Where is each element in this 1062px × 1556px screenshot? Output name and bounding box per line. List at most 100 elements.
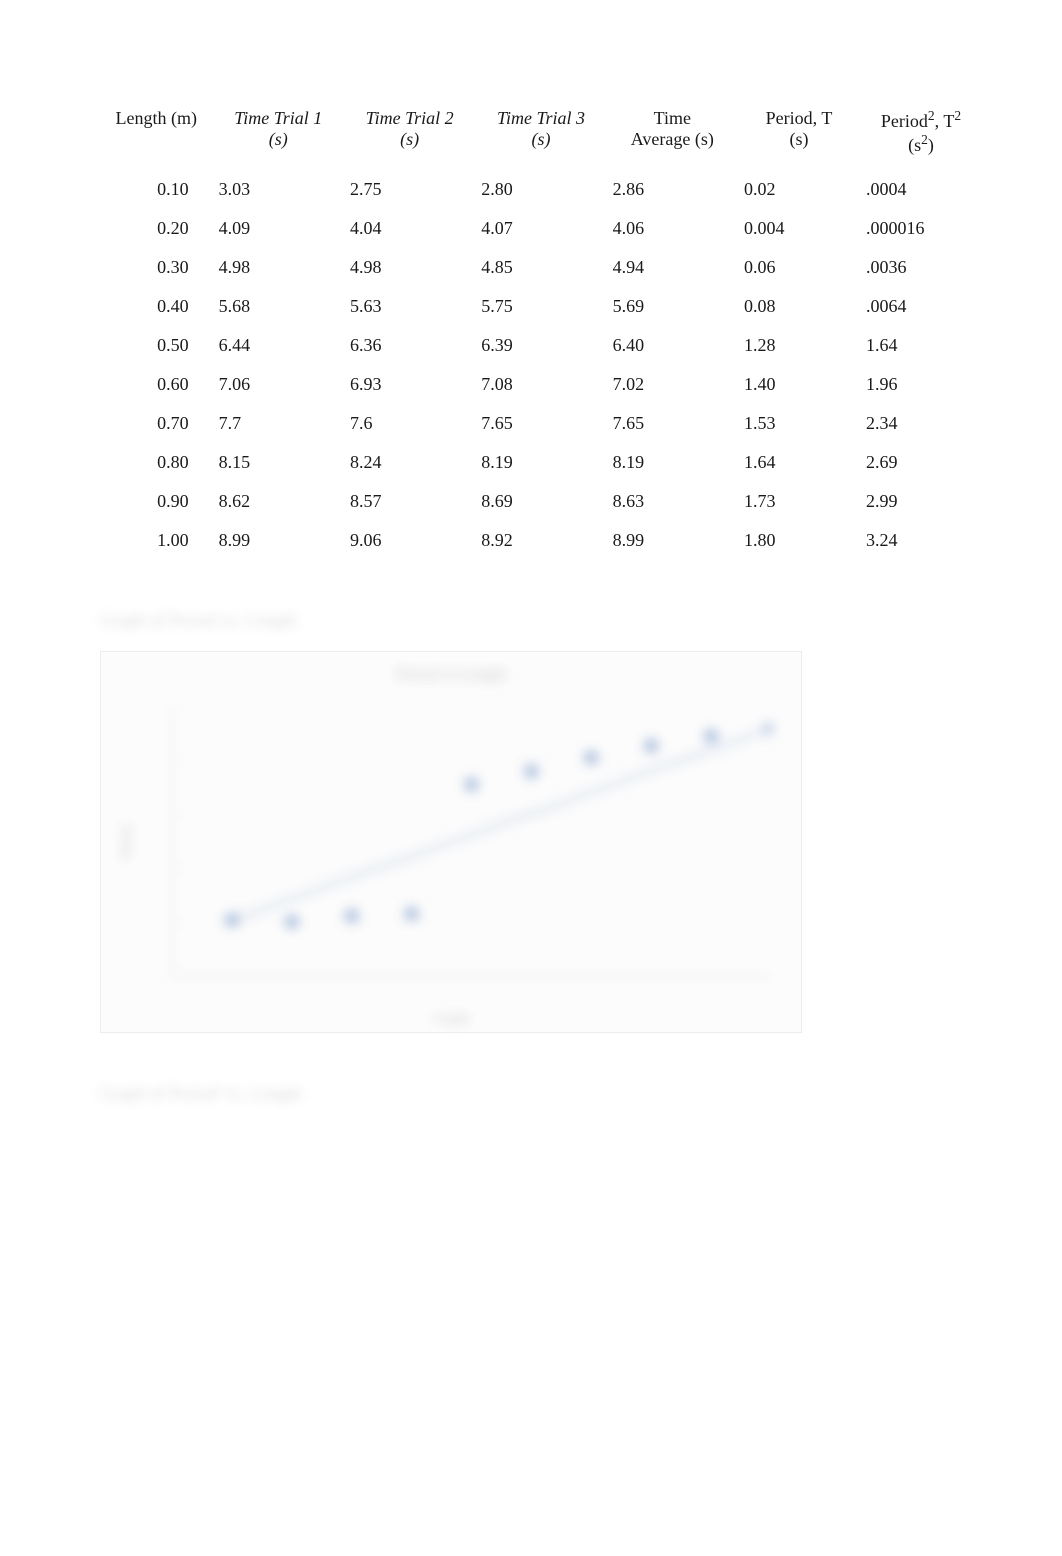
table-cell: 1.73 bbox=[738, 482, 860, 521]
table-cell: 0.60 bbox=[100, 365, 213, 404]
section-heading-period-vs-length: Graph of Period vs. Length bbox=[100, 610, 982, 631]
y-axis-label: Period bbox=[118, 825, 134, 859]
table-cell: 4.85 bbox=[475, 248, 606, 287]
table-row: 1.008.999.068.928.991.803.24 bbox=[100, 521, 982, 560]
data-table: Length (m) Time Trial 1 (s) Time Trial 2… bbox=[100, 100, 982, 560]
table-cell: 1.96 bbox=[860, 365, 982, 404]
table-cell: 0.50 bbox=[100, 326, 213, 365]
table-body: 0.103.032.752.802.860.02.00040.204.094.0… bbox=[100, 170, 982, 560]
table-cell: 6.44 bbox=[213, 326, 344, 365]
table-cell: 0.08 bbox=[738, 287, 860, 326]
table-header-row: Length (m) Time Trial 1 (s) Time Trial 2… bbox=[100, 100, 982, 170]
table-cell: 4.98 bbox=[213, 248, 344, 287]
table-row: 0.103.032.752.802.860.02.0004 bbox=[100, 170, 982, 209]
table-cell: 7.6 bbox=[344, 404, 475, 443]
data-point bbox=[525, 766, 537, 778]
data-point bbox=[286, 916, 298, 928]
table-cell: 7.08 bbox=[475, 365, 606, 404]
table-cell: 1.64 bbox=[738, 443, 860, 482]
table-cell: 1.40 bbox=[738, 365, 860, 404]
table-cell: 1.64 bbox=[860, 326, 982, 365]
table-cell: 0.004 bbox=[738, 209, 860, 248]
col-header-length: Length (m) bbox=[100, 100, 213, 170]
table-cell: 5.75 bbox=[475, 287, 606, 326]
table-row: 0.204.094.044.074.060.004.000016 bbox=[100, 209, 982, 248]
table-cell: 2.69 bbox=[860, 443, 982, 482]
table-cell: 7.65 bbox=[475, 404, 606, 443]
table-cell: 0.80 bbox=[100, 443, 213, 482]
table-cell: 4.94 bbox=[607, 248, 738, 287]
data-point bbox=[346, 910, 358, 922]
table-cell: 1.80 bbox=[738, 521, 860, 560]
col-header-avg: Time Average (s) bbox=[607, 100, 738, 170]
table-cell: 7.06 bbox=[213, 365, 344, 404]
table-cell: 0.70 bbox=[100, 404, 213, 443]
data-point bbox=[645, 740, 657, 752]
table-cell: 6.40 bbox=[607, 326, 738, 365]
table-cell: 4.04 bbox=[344, 209, 475, 248]
data-point bbox=[705, 730, 717, 742]
table-cell: .0004 bbox=[860, 170, 982, 209]
table-cell: 9.06 bbox=[344, 521, 475, 560]
table-cell: 5.68 bbox=[213, 287, 344, 326]
table-cell: 1.53 bbox=[738, 404, 860, 443]
table-cell: 0.30 bbox=[100, 248, 213, 287]
table-row: 0.607.066.937.087.021.401.96 bbox=[100, 365, 982, 404]
data-point bbox=[466, 779, 478, 791]
table-cell: 7.7 bbox=[213, 404, 344, 443]
table-cell: 1.00 bbox=[100, 521, 213, 560]
table-cell: 8.62 bbox=[213, 482, 344, 521]
table-cell: 6.93 bbox=[344, 365, 475, 404]
table-cell: 8.69 bbox=[475, 482, 606, 521]
table-cell: 7.65 bbox=[607, 404, 738, 443]
table-cell: 8.24 bbox=[344, 443, 475, 482]
col-header-trial2: Time Trial 2 (s) bbox=[344, 100, 475, 170]
section-heading-period2-vs-length: Graph of Period² vs. Length bbox=[100, 1083, 982, 1104]
table-row: 0.405.685.635.755.690.08.0064 bbox=[100, 287, 982, 326]
table-cell: 3.24 bbox=[860, 521, 982, 560]
table-cell: 4.98 bbox=[344, 248, 475, 287]
table-cell: 2.34 bbox=[860, 404, 982, 443]
col-header-trial3: Time Trial 3 (s) bbox=[475, 100, 606, 170]
table-cell: 0.10 bbox=[100, 170, 213, 209]
table-cell: 8.15 bbox=[213, 443, 344, 482]
table-cell: 4.06 bbox=[607, 209, 738, 248]
table-cell: 6.36 bbox=[344, 326, 475, 365]
col-header-trial1: Time Trial 1 (s) bbox=[213, 100, 344, 170]
table-cell: 2.80 bbox=[475, 170, 606, 209]
data-point bbox=[406, 908, 418, 920]
data-point bbox=[585, 752, 597, 764]
table-cell: 4.07 bbox=[475, 209, 606, 248]
table-cell: 2.86 bbox=[607, 170, 738, 209]
table-cell: 3.03 bbox=[213, 170, 344, 209]
col-header-period2: Period2, T2 (s2) bbox=[860, 100, 982, 170]
table-cell: 0.40 bbox=[100, 287, 213, 326]
table-cell: .0064 bbox=[860, 287, 982, 326]
table-cell: 8.63 bbox=[607, 482, 738, 521]
table-cell: 8.19 bbox=[475, 443, 606, 482]
table-cell: 7.02 bbox=[607, 365, 738, 404]
chart-title: Period vs Length bbox=[396, 666, 505, 684]
table-cell: 8.19 bbox=[607, 443, 738, 482]
plot-svg bbox=[172, 707, 771, 976]
table-cell: 0.06 bbox=[738, 248, 860, 287]
table-cell: 5.63 bbox=[344, 287, 475, 326]
table-row: 0.707.77.67.657.651.532.34 bbox=[100, 404, 982, 443]
table-cell: 8.92 bbox=[475, 521, 606, 560]
x-axis-label: Length bbox=[433, 1010, 470, 1026]
table-cell: 6.39 bbox=[475, 326, 606, 365]
table-cell: 8.99 bbox=[213, 521, 344, 560]
table-cell: 8.99 bbox=[607, 521, 738, 560]
table-cell: 0.90 bbox=[100, 482, 213, 521]
table-cell: 4.09 bbox=[213, 209, 344, 248]
table-cell: 8.57 bbox=[344, 482, 475, 521]
table-row: 0.808.158.248.198.191.642.69 bbox=[100, 443, 982, 482]
table-cell: 5.69 bbox=[607, 287, 738, 326]
table-cell: 0.02 bbox=[738, 170, 860, 209]
chart-period-vs-length: Period vs Length Period Length bbox=[100, 651, 802, 1033]
table-cell: 2.75 bbox=[344, 170, 475, 209]
table-row: 0.304.984.984.854.940.06.0036 bbox=[100, 248, 982, 287]
col-header-period: Period, T (s) bbox=[738, 100, 860, 170]
table-row: 0.908.628.578.698.631.732.99 bbox=[100, 482, 982, 521]
table-cell: .0036 bbox=[860, 248, 982, 287]
